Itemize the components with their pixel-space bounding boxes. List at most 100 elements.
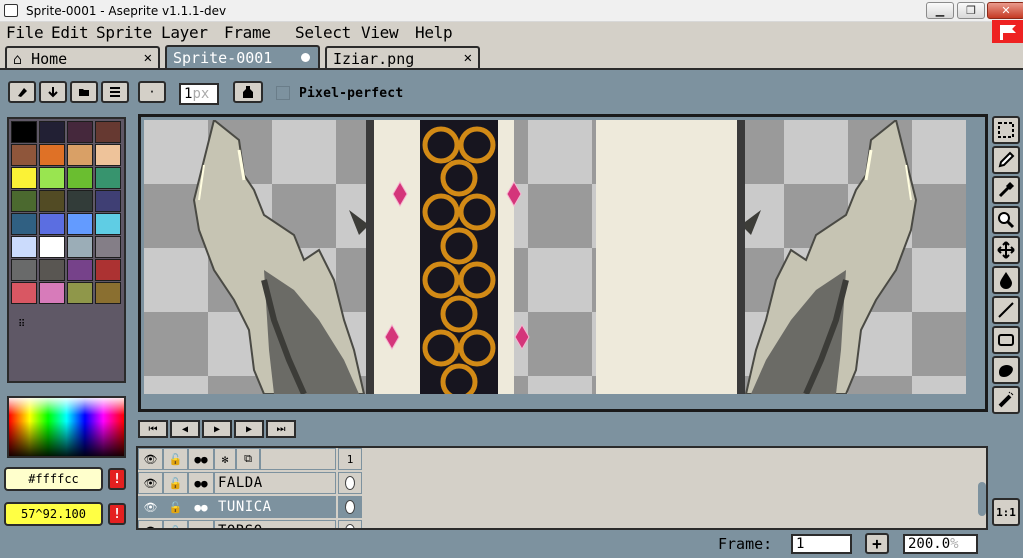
- maximize-button[interactable]: ❐: [957, 2, 985, 19]
- header-continuous-icon[interactable]: ●●: [188, 448, 214, 470]
- background-color-button[interactable]: 57^92.100: [4, 502, 103, 526]
- previous-frame-button[interactable]: ◀: [170, 420, 200, 438]
- ink-button[interactable]: [233, 81, 263, 103]
- palette-swatch[interactable]: [67, 121, 93, 143]
- tool-move[interactable]: [992, 236, 1020, 264]
- layer-row[interactable]: 👁🔓●●TORSO: [138, 520, 364, 528]
- palette-swatch[interactable]: [95, 121, 121, 143]
- brush-options-button[interactable]: [101, 81, 129, 103]
- palette-swatch[interactable]: [39, 259, 65, 281]
- tool-contour[interactable]: [992, 356, 1020, 384]
- palette-swatch[interactable]: [39, 282, 65, 304]
- menu-edit[interactable]: Edit: [51, 23, 89, 42]
- header-eye-icon[interactable]: 👁: [138, 448, 163, 470]
- add-frame-button[interactable]: +: [865, 533, 889, 554]
- layer-row[interactable]: 👁 🔓 ●● TUNICA: [138, 496, 364, 520]
- palette-swatch[interactable]: [95, 282, 121, 304]
- foreground-warning-icon[interactable]: !: [108, 468, 126, 490]
- tool-line[interactable]: [992, 296, 1020, 324]
- tab-sprite-0001[interactable]: Sprite-0001: [165, 45, 320, 70]
- palette-swatch[interactable]: [67, 167, 93, 189]
- minimize-button[interactable]: ▁: [926, 2, 954, 19]
- menu-file[interactable]: File: [6, 23, 44, 42]
- last-frame-button[interactable]: ⏭: [266, 420, 296, 438]
- background-warning-icon[interactable]: !: [108, 503, 126, 525]
- layer-cel[interactable]: [338, 472, 362, 494]
- palette-swatch[interactable]: [67, 236, 93, 258]
- sprite-canvas[interactable]: [144, 120, 966, 394]
- layer-visibility-toggle[interactable]: 👁: [138, 472, 163, 494]
- zoom-input[interactable]: 200.0%: [903, 534, 978, 554]
- frame-header-1[interactable]: 1: [338, 448, 362, 470]
- onion-skin-icon[interactable]: ⧉: [236, 448, 260, 470]
- tab-home[interactable]: ⌂ Home ✕: [5, 46, 160, 68]
- tab-iziar[interactable]: Iziar.png ✕: [325, 46, 480, 68]
- menu-sprite[interactable]: Sprite: [96, 23, 152, 42]
- timeline-scroll-thumb[interactable]: [978, 482, 986, 516]
- layer-lock-toggle[interactable]: 🔓: [163, 520, 188, 528]
- timeline-gear-icon[interactable]: ✻: [214, 448, 236, 470]
- layer-continuous-toggle[interactable]: ●●: [188, 472, 214, 494]
- timeline-cel-area[interactable]: [364, 448, 986, 528]
- palette-swatch[interactable]: [95, 190, 121, 212]
- palette-swatch[interactable]: [11, 190, 37, 212]
- aseprite-flag-icon[interactable]: [992, 20, 1023, 45]
- tab-iziar-close-icon[interactable]: ✕: [464, 50, 472, 66]
- close-window-button[interactable]: ✕: [987, 2, 1023, 19]
- palette-swatch[interactable]: [11, 213, 37, 235]
- menu-layer[interactable]: Layer: [161, 23, 208, 42]
- tool-eyedropper[interactable]: [992, 176, 1020, 204]
- palette-swatch[interactable]: [11, 121, 37, 143]
- play-button[interactable]: ▶: [202, 420, 232, 438]
- palette-resize-handle[interactable]: ⠿: [18, 319, 25, 330]
- tab-home-close-icon[interactable]: ✕: [144, 50, 152, 66]
- next-frame-button[interactable]: ▶: [234, 420, 264, 438]
- layer-name[interactable]: TORSO: [214, 520, 336, 528]
- palette-swatch[interactable]: [11, 167, 37, 189]
- pixel-perfect-checkbox[interactable]: [276, 86, 290, 100]
- frame-input[interactable]: 1: [791, 534, 852, 554]
- palette-swatch[interactable]: [67, 282, 93, 304]
- brush-point-button[interactable]: ·: [138, 81, 166, 103]
- palette-swatch[interactable]: [95, 144, 121, 166]
- layer-lock-toggle[interactable]: 🔓: [163, 472, 188, 494]
- palette-swatch[interactable]: [39, 144, 65, 166]
- color-spectrum[interactable]: [7, 396, 126, 458]
- layer-name[interactable]: TUNICA: [214, 496, 336, 518]
- layer-visibility-toggle[interactable]: 👁: [138, 496, 163, 518]
- palette-swatch[interactable]: [39, 167, 65, 189]
- brush-size-input[interactable]: 1px: [179, 83, 219, 105]
- foreground-color-button[interactable]: #ffffcc: [4, 467, 103, 491]
- first-frame-button[interactable]: ⏮: [138, 420, 168, 438]
- header-lock-icon[interactable]: 🔓: [163, 448, 188, 470]
- menu-help[interactable]: Help: [415, 23, 453, 42]
- brush-type-button[interactable]: [8, 81, 36, 103]
- tool-marquee[interactable]: [992, 116, 1020, 144]
- brush-down-button[interactable]: [39, 81, 67, 103]
- layer-visibility-toggle[interactable]: 👁: [138, 520, 163, 528]
- palette-swatch[interactable]: [67, 190, 93, 212]
- palette-swatch[interactable]: [95, 213, 121, 235]
- layer-name[interactable]: FALDA: [214, 472, 336, 494]
- layer-continuous-toggle[interactable]: ●●: [188, 520, 214, 528]
- palette-swatch[interactable]: [39, 190, 65, 212]
- palette-swatch[interactable]: [39, 213, 65, 235]
- palette-swatch[interactable]: [39, 121, 65, 143]
- canvas-vertical-scroll-thumb[interactable]: [973, 251, 981, 309]
- canvas-horizontal-scroll-thumb[interactable]: [431, 397, 771, 406]
- palette-swatch[interactable]: [11, 259, 37, 281]
- tool-pencil[interactable]: [992, 146, 1020, 174]
- palette-swatch[interactable]: [95, 167, 121, 189]
- tool-paint-bucket[interactable]: [992, 266, 1020, 294]
- layer-cel[interactable]: [338, 520, 362, 528]
- menu-view[interactable]: View: [361, 23, 399, 42]
- palette-swatch[interactable]: [67, 259, 93, 281]
- tool-zoom[interactable]: [992, 206, 1020, 234]
- layer-continuous-toggle[interactable]: ●●: [188, 496, 214, 518]
- palette-swatch[interactable]: [67, 144, 93, 166]
- actual-size-button[interactable]: 1:1: [992, 498, 1020, 526]
- modified-dot-icon[interactable]: [301, 53, 310, 62]
- palette-swatch[interactable]: [11, 236, 37, 258]
- palette-swatch[interactable]: [67, 213, 93, 235]
- palette-swatch[interactable]: [11, 282, 37, 304]
